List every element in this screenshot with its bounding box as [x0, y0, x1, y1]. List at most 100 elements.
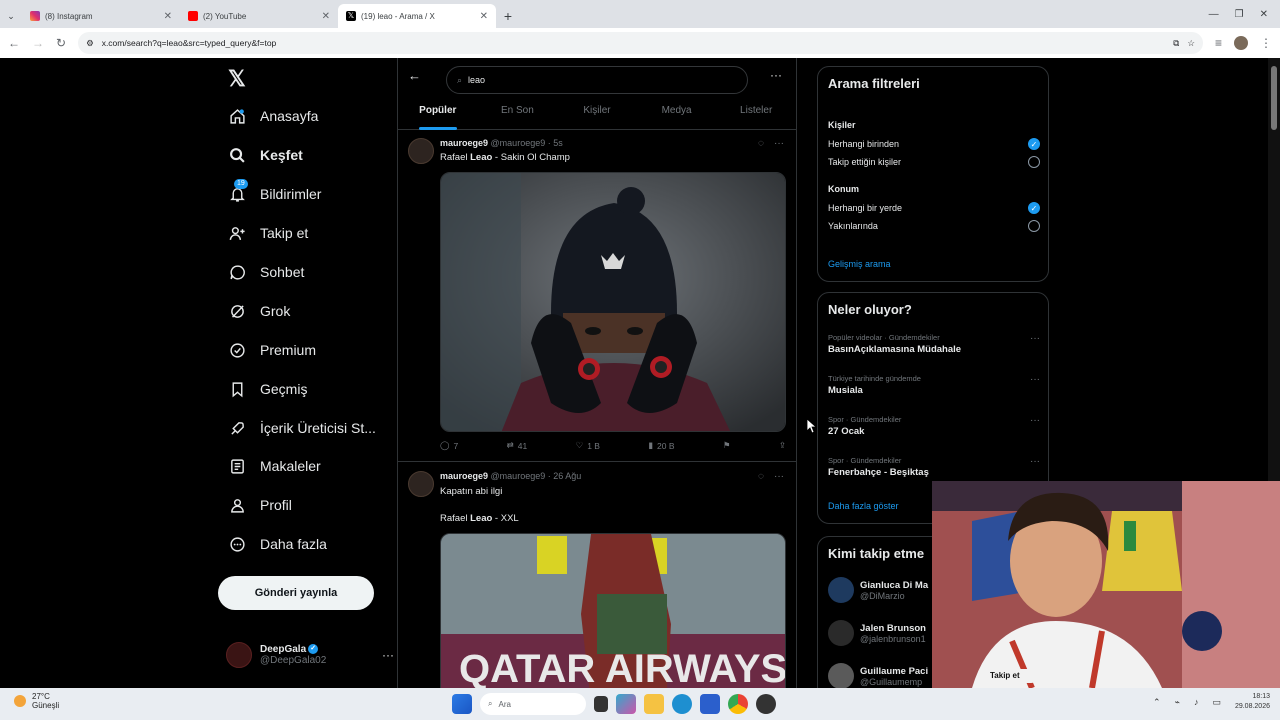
chevron-up-icon[interactable]: ⌃	[1153, 697, 1161, 708]
x-logo-icon[interactable]: 𝕏	[228, 66, 246, 92]
views-button[interactable]: ▮ 20 B	[648, 440, 674, 451]
forward-arrow-icon[interactable]: →	[32, 36, 44, 50]
more-horizontal-icon[interactable]: ···	[1030, 415, 1040, 426]
avatar[interactable]	[408, 471, 434, 497]
menu-kebab-icon[interactable]: ⋮	[1260, 36, 1272, 50]
app-icon[interactable]	[756, 694, 776, 714]
chrome-icon[interactable]	[728, 694, 748, 714]
filter-location-near[interactable]: Yakınlarında	[828, 220, 1040, 232]
weather-widget[interactable]: 27°C Güneşli	[14, 692, 59, 710]
tweet-time[interactable]: · 26 Ağu	[548, 471, 582, 481]
copilot-icon[interactable]	[616, 694, 636, 714]
nav-chat[interactable]: Sohbet	[228, 260, 304, 284]
trend-item[interactable]: Türkiye tarihinde gündemde Musiala ···	[828, 374, 1040, 396]
tab-people[interactable]: Kişiler	[557, 100, 637, 129]
close-icon[interactable]: ✕	[480, 11, 488, 22]
filter-people-following[interactable]: Takip ettiğin kişiler	[828, 156, 1040, 168]
more-horizontal-icon[interactable]: ···	[770, 68, 782, 82]
nav-bookmarks[interactable]: Geçmiş	[228, 377, 307, 401]
bookmark-icon[interactable]: ⚑	[723, 440, 731, 451]
reload-icon[interactable]: ↻	[56, 36, 66, 50]
tab-search-icon[interactable]: ⌄	[0, 4, 22, 28]
radio-icon[interactable]	[1028, 156, 1040, 168]
tab-lists[interactable]: Listeler	[716, 100, 796, 129]
browser-tab-x[interactable]: 𝕏 (19) leao - Arama / X ✕	[338, 4, 496, 28]
tweet-time[interactable]: · 5s	[548, 138, 563, 148]
suggested-user[interactable]: Jalen Brunson @jalenbrunson1	[828, 620, 926, 646]
radio-icon[interactable]	[1028, 220, 1040, 232]
author-name[interactable]: mauroege9	[440, 138, 488, 148]
store-icon[interactable]	[700, 694, 720, 714]
extensions-icon[interactable]: ≡	[1215, 36, 1222, 50]
tweet[interactable]: mauroege9 @mauroege9 · 5s ◌ ··· Rafael L…	[398, 130, 796, 462]
volume-icon[interactable]: ♪	[1194, 697, 1199, 707]
tweet[interactable]: mauroege9 @mauroege9 · 26 Ağu ◌ ··· Kapa…	[398, 463, 796, 688]
battery-icon[interactable]: ▭	[1212, 697, 1221, 708]
grok-icon[interactable]: ◌	[758, 138, 764, 149]
grok-icon[interactable]: ◌	[758, 471, 764, 482]
nav-profile[interactable]: Profil	[228, 493, 292, 517]
like-button[interactable]: ♡ 1 B	[576, 440, 600, 451]
install-icon[interactable]: ⧉	[1173, 38, 1179, 49]
tab-latest[interactable]: En Son	[478, 100, 558, 129]
nav-more[interactable]: Daha fazla	[228, 532, 327, 556]
suggested-user[interactable]: Gianluca Di Ma @DiMarzio	[828, 577, 928, 603]
close-icon[interactable]: ✕	[322, 11, 330, 22]
radio-checked-icon[interactable]: ✓	[1028, 202, 1040, 214]
tweet-media-image[interactable]	[440, 172, 786, 432]
address-bar[interactable]: ⚙ x.com/search?q=leao&src=typed_query&f=…	[78, 32, 1203, 54]
nav-grok[interactable]: Grok	[228, 299, 290, 323]
site-info-icon[interactable]: ⚙	[86, 38, 94, 49]
restore-icon[interactable]: ❐	[1235, 9, 1244, 20]
nav-creator-studio[interactable]: İçerik Üreticisi St...	[228, 416, 376, 440]
nav-articles[interactable]: Makaleler	[228, 454, 321, 478]
profile-avatar[interactable]	[1234, 36, 1248, 50]
more-horizontal-icon[interactable]: ···	[382, 648, 394, 662]
avatar[interactable]	[408, 138, 434, 164]
task-view-icon[interactable]	[594, 696, 608, 712]
window-close-icon[interactable]: ✕	[1260, 9, 1268, 20]
trend-item[interactable]: Spor · Gündemdekiler Fenerbahçe - Beşikt…	[828, 456, 1040, 478]
filter-people-anyone[interactable]: Herhangi birinden ✓	[828, 138, 1040, 150]
taskbar-search[interactable]: ⌕ Ara	[480, 693, 586, 715]
filter-location-anywhere[interactable]: Herhangi bir yerde ✓	[828, 202, 1040, 214]
new-tab-plus-icon[interactable]: +	[496, 4, 520, 28]
nav-follow[interactable]: Takip et	[228, 221, 308, 245]
search-input[interactable]: ⌕ leao	[446, 66, 748, 94]
nav-explore[interactable]: Keşfet	[228, 143, 303, 167]
browser-tab-youtube[interactable]: (2) YouTube ✕	[180, 4, 338, 28]
trend-item[interactable]: Popüler videolar · Gündemdekiler BasınAç…	[828, 333, 1040, 355]
advanced-search-link[interactable]: Gelişmiş arama	[828, 259, 891, 269]
account-switcher[interactable]: DeepGala ✓ @DeepGala02 ···	[226, 642, 394, 668]
windows-start-icon[interactable]	[452, 694, 472, 714]
clock[interactable]: 18:13 29.08.2026	[1235, 692, 1270, 712]
more-horizontal-icon[interactable]: ···	[1030, 456, 1040, 467]
back-arrow-icon[interactable]: ←	[408, 68, 421, 83]
nav-notifications[interactable]: 19 Bildirimler	[228, 179, 321, 206]
post-button[interactable]: Gönderi yayınla	[218, 576, 374, 610]
file-explorer-icon[interactable]	[644, 694, 664, 714]
close-icon[interactable]: ✕	[164, 11, 172, 22]
more-horizontal-icon[interactable]: ···	[1030, 333, 1040, 344]
author-handle[interactable]: @mauroege9	[491, 471, 546, 481]
minimize-icon[interactable]: —	[1209, 9, 1219, 20]
suggested-user[interactable]: Guillaume Paci @Guillaumemp	[828, 663, 928, 688]
repost-button[interactable]: ⇄ 41	[507, 440, 528, 451]
tab-popular[interactable]: Popüler	[398, 100, 478, 130]
reply-button[interactable]: ◯ 7	[440, 440, 458, 451]
back-arrow-icon[interactable]: ←	[8, 36, 20, 50]
radio-checked-icon[interactable]: ✓	[1028, 138, 1040, 150]
nav-home[interactable]: Anasayfa	[228, 104, 318, 128]
network-icon[interactable]: ⌁	[1175, 697, 1180, 708]
browser-tab-instagram[interactable]: (8) Instagram ✕	[22, 4, 180, 28]
more-horizontal-icon[interactable]: ···	[774, 138, 784, 149]
share-icon[interactable]: ⇪	[779, 440, 786, 451]
nav-premium[interactable]: Premium	[228, 338, 316, 362]
tab-media[interactable]: Medya	[637, 100, 717, 129]
tweet-media-image[interactable]: QATAR AIRWAYS	[440, 533, 786, 688]
author-handle[interactable]: @mauroege9	[491, 138, 546, 148]
edge-icon[interactable]	[672, 694, 692, 714]
author-name[interactable]: mauroege9	[440, 471, 488, 481]
trend-item[interactable]: Spor · Gündemdekiler 27 Ocak ···	[828, 415, 1040, 437]
show-more-link[interactable]: Daha fazla göster	[828, 501, 899, 511]
